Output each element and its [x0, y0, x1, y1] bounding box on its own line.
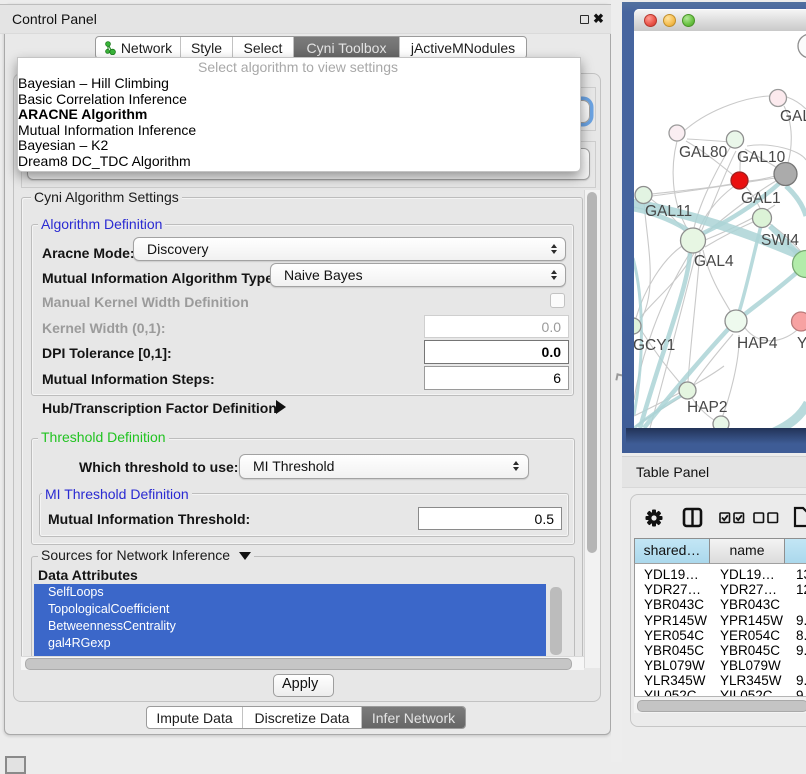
- svg-text:GCY1: GCY1: [634, 337, 675, 354]
- svg-text:GAL10: GAL10: [737, 149, 786, 166]
- svg-text:GAL11: GAL11: [645, 203, 692, 220]
- svg-text:YP: YP: [797, 335, 806, 352]
- svg-text:GAL7: GAL7: [780, 108, 806, 125]
- svg-text:HAP2: HAP2: [687, 399, 728, 416]
- svg-text:GAL1: GAL1: [741, 190, 781, 207]
- svg-text:HAP4: HAP4: [737, 335, 778, 352]
- svg-text:SWI4: SWI4: [761, 232, 799, 249]
- svg-text:GAL80: GAL80: [679, 144, 728, 161]
- svg-text:GAL4: GAL4: [694, 253, 734, 270]
